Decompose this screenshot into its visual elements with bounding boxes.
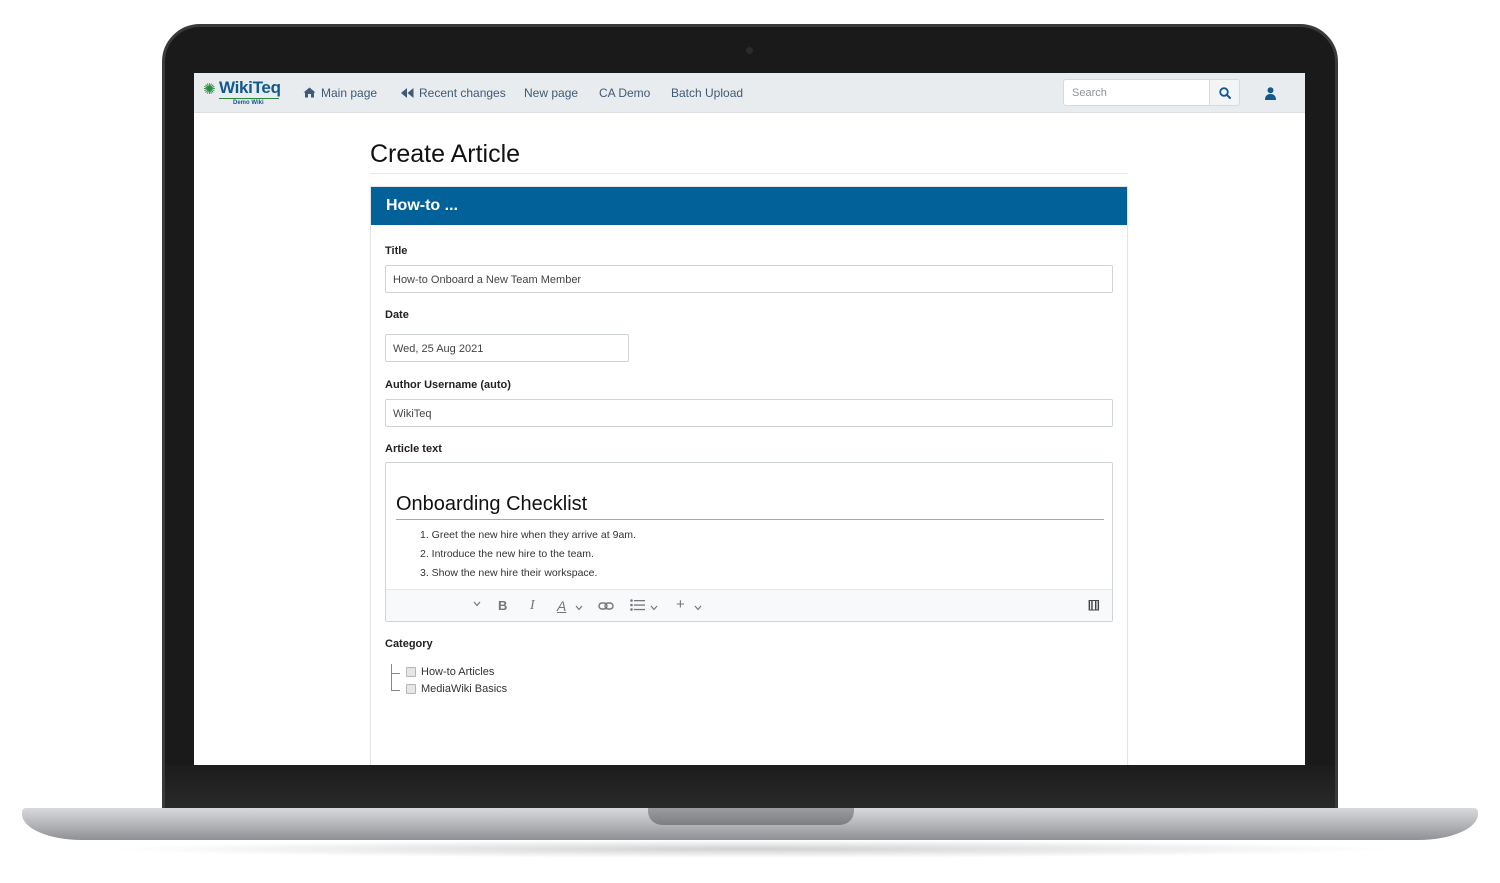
search-button[interactable]	[1210, 79, 1240, 106]
date-input[interactable]: Wed, 25 Aug 2021	[385, 334, 629, 362]
list-button[interactable]	[630, 599, 645, 614]
form-card-header: How-to ...	[371, 187, 1127, 225]
search-input[interactable]	[1064, 80, 1209, 105]
insert-dropdown[interactable]	[694, 599, 702, 614]
text-style-button[interactable]: A	[557, 598, 566, 614]
author-input[interactable]: WikiTeq	[385, 399, 1113, 427]
insert-button[interactable]: +	[676, 596, 685, 613]
logo-divider	[219, 98, 279, 99]
paragraph-format-dropdown[interactable]	[473, 599, 481, 610]
laptop-shadow	[100, 840, 1400, 858]
home-icon	[303, 87, 316, 98]
category-label-how-to-articles: How-to Articles	[421, 666, 495, 678]
article-text-editor[interactable]: Onboarding Checklist 1. Greet the new hi…	[385, 462, 1113, 622]
category-tree: How-to Articles MediaWiki Basics	[391, 664, 691, 704]
chevron-down-icon	[575, 605, 583, 611]
logo-name-part1: Wiki	[219, 78, 253, 97]
nav-main-page-label: Main page	[321, 86, 378, 100]
link-icon	[598, 602, 614, 610]
browser-screen: ✺ WikiTeq Demo Wiki Main page Recent cha…	[194, 73, 1305, 765]
text-style-icon: A	[557, 598, 567, 614]
backward-icon	[401, 88, 414, 98]
tree-line	[391, 664, 392, 690]
category-checkbox-mediawiki-basics[interactable]	[406, 684, 416, 694]
title-divider	[370, 173, 1128, 174]
tree-line	[391, 673, 400, 674]
chevron-down-icon	[473, 601, 481, 607]
category-label: Category	[385, 638, 433, 650]
title-input[interactable]: How-to Onboard a New Team Member	[385, 265, 1113, 293]
logo-name-part2: Teq	[252, 78, 281, 97]
wikiteq-logo[interactable]: ✺ WikiTeq Demo Wiki	[203, 78, 289, 108]
user-menu-button[interactable]	[1260, 83, 1280, 103]
logo-subtitle: Demo Wiki	[233, 100, 264, 106]
laptop-hinge	[165, 765, 1335, 810]
bold-button[interactable]: B	[498, 598, 507, 613]
user-icon	[1264, 86, 1276, 100]
switch-to-source-button[interactable]: [[]]	[1088, 599, 1100, 611]
tree-line	[391, 690, 400, 691]
camera-icon	[746, 47, 753, 54]
chevron-down-icon	[650, 605, 658, 611]
bullet-list-icon	[630, 599, 645, 611]
link-button[interactable]	[598, 599, 614, 614]
search-box	[1063, 79, 1210, 106]
nav-ca-demo[interactable]: CA Demo	[599, 86, 650, 100]
laptop-notch	[648, 808, 854, 825]
nav-batch-upload[interactable]: Batch Upload	[671, 86, 743, 100]
search-icon	[1218, 86, 1231, 99]
top-navbar: ✺ WikiTeq Demo Wiki Main page Recent cha…	[194, 73, 1305, 113]
editor-toolbar: B I A + [[]]	[386, 589, 1112, 621]
nav-recent-changes-label: Recent changes	[419, 86, 506, 100]
nav-recent-changes[interactable]: Recent changes	[401, 86, 506, 100]
editor-checklist: 1. Greet the new hire when they arrive a…	[420, 528, 636, 585]
list-item[interactable]: 2. Introduce the new hire to the team.	[420, 547, 636, 566]
logo-mark-icon: ✺	[203, 81, 216, 98]
text-style-dropdown[interactable]	[575, 599, 583, 614]
nav-main-page[interactable]: Main page	[303, 86, 377, 100]
author-label: Author Username (auto)	[385, 379, 511, 391]
title-label: Title	[385, 245, 408, 257]
list-dropdown[interactable]	[650, 599, 658, 614]
editor-heading-rule	[396, 519, 1104, 520]
article-text-label: Article text	[385, 443, 442, 455]
page-title: Create Article	[370, 140, 521, 168]
nav-new-page[interactable]: New page	[524, 86, 578, 100]
chevron-down-icon	[694, 605, 702, 611]
form-card-title: How-to ...	[386, 197, 458, 214]
list-item[interactable]: 3. Show the new hire their workspace.	[420, 566, 636, 585]
category-label-mediawiki-basics: MediaWiki Basics	[421, 683, 508, 695]
date-label: Date	[385, 309, 409, 321]
list-item[interactable]: 1. Greet the new hire when they arrive a…	[420, 528, 636, 547]
editor-heading[interactable]: Onboarding Checklist	[396, 493, 587, 516]
category-checkbox-how-to-articles[interactable]	[406, 667, 416, 677]
italic-button[interactable]: I	[530, 598, 535, 614]
